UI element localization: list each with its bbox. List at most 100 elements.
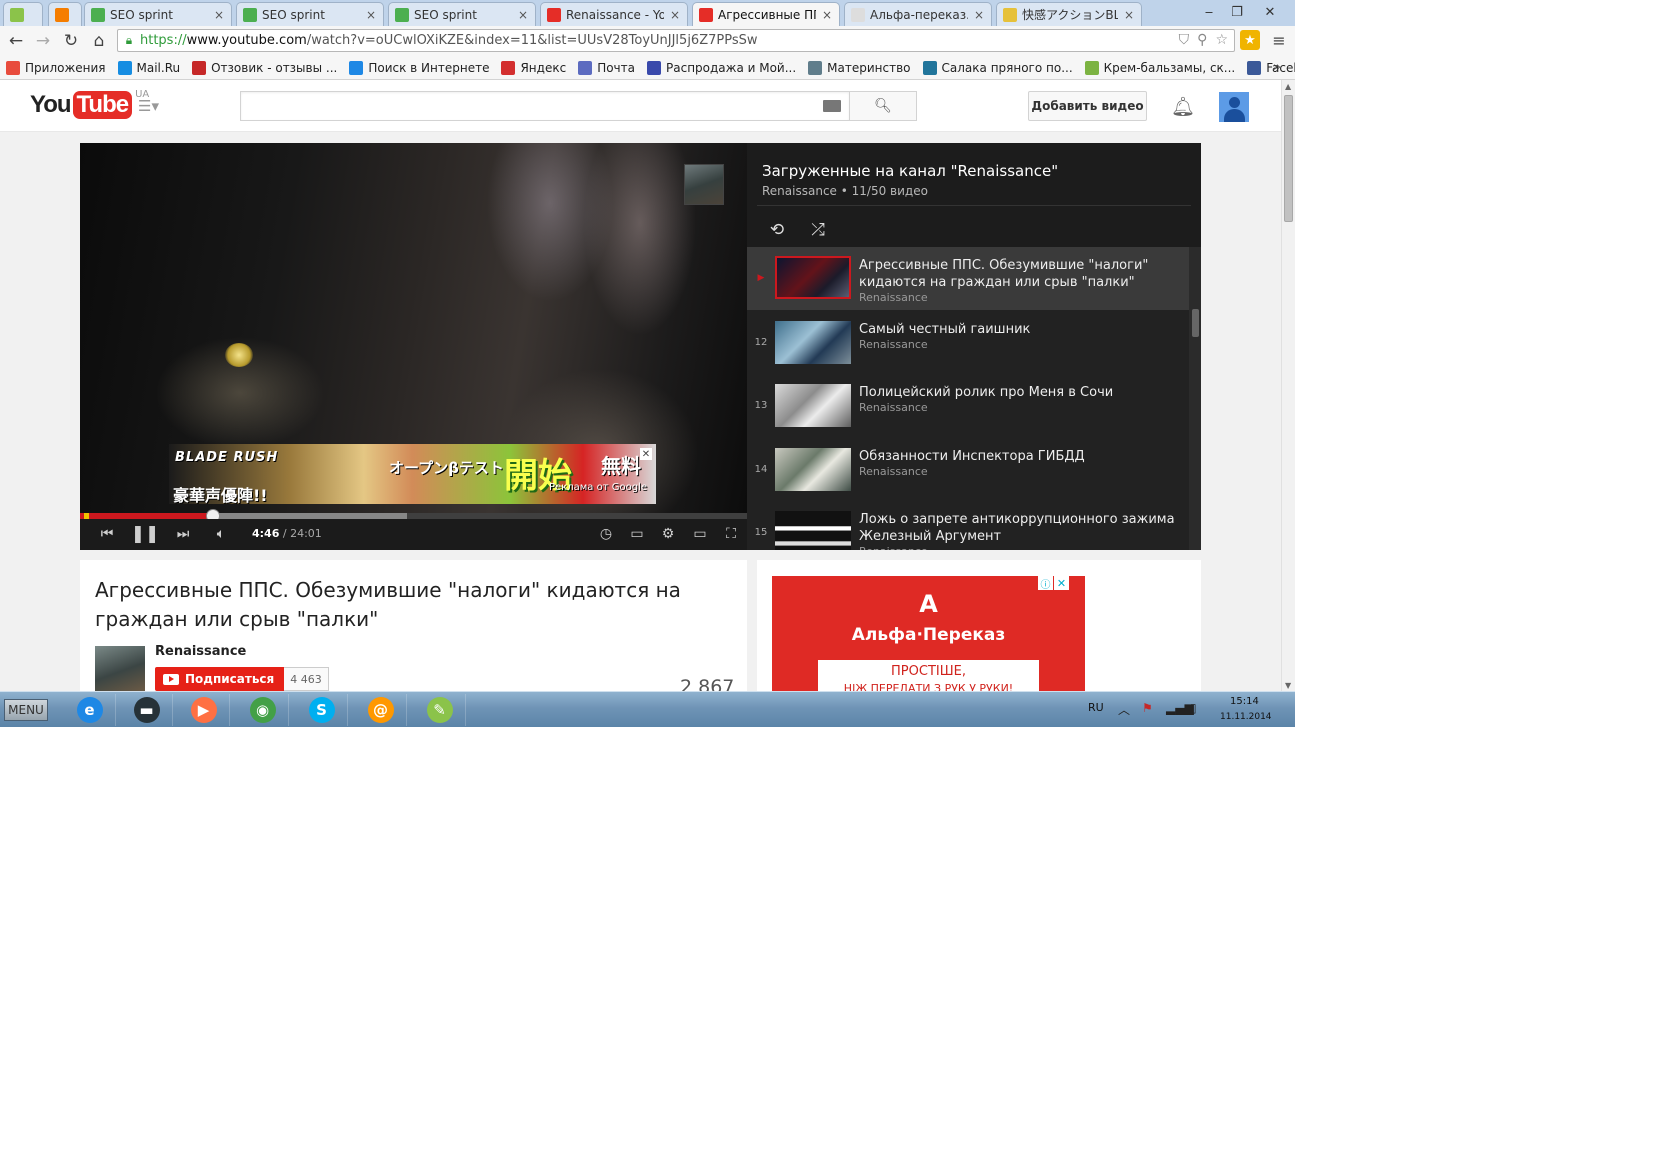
playlist-item[interactable]: 12 Самый честный гаишник Renaissance xyxy=(747,311,1189,374)
alfa-pereкaz-ad[interactable]: А Альфа·Переказ ПРОСТІШЕ, НІЖ ПЕРЕДАТИ З… xyxy=(772,576,1085,691)
bookmark-item[interactable]: Поиск в Интернете xyxy=(349,60,489,75)
upload-button[interactable]: Добавить видео xyxy=(1028,91,1147,121)
volume-icon[interactable]: 🔈︎ xyxy=(210,523,232,545)
tab-close-icon[interactable]: × xyxy=(821,8,833,22)
playlist-item[interactable]: 14 Обязанности Инспектора ГИБДД Renaissanc… xyxy=(747,438,1189,501)
scroll-thumb[interactable] xyxy=(1284,95,1293,222)
reload-icon[interactable]: ↻ xyxy=(60,30,82,52)
fullscreen-icon[interactable]: ⛶ xyxy=(720,523,742,545)
hamburger-menu-icon[interactable]: ≡ xyxy=(1270,31,1288,50)
taskbar-app-button[interactable]: ◉ xyxy=(237,694,289,726)
browser-tab[interactable]: Альфа-переказ. Пе × xyxy=(844,2,992,26)
loop-icon[interactable]: ⟲ xyxy=(765,220,789,240)
bookmark-item[interactable]: Отзовик - отзывы ... xyxy=(192,60,337,75)
notifications-bell-icon[interactable]: 🔔︎ xyxy=(1171,94,1195,118)
power-icon[interactable]: ▯ xyxy=(1190,701,1197,715)
search-button[interactable]: 🔍︎ xyxy=(849,91,917,121)
playlist-item[interactable]: ▶ Агрессивные ППС. Обезумившие "налоги" к… xyxy=(747,247,1189,310)
shield-icon[interactable]: ⛉ xyxy=(1179,32,1190,48)
tab-close-icon[interactable]: × xyxy=(1123,8,1135,22)
browser-tab[interactable]: 快感アクションBLAD × xyxy=(996,2,1142,26)
tab-close-icon[interactable]: × xyxy=(365,8,377,22)
extension-star-icon[interactable]: ★ xyxy=(1240,30,1260,50)
clock-time[interactable]: 15:14 xyxy=(1230,696,1259,707)
taskbar-app-button[interactable]: S xyxy=(296,694,348,726)
channel-avatar[interactable] xyxy=(95,646,145,691)
forward-arrow-icon[interactable]: → xyxy=(32,30,54,52)
browser-tab[interactable]: SEO sprint × xyxy=(388,2,536,26)
tray-expand-icon[interactable]: ︿ xyxy=(1118,701,1130,718)
start-menu-button[interactable]: MENU xyxy=(4,699,48,721)
overlay-ad[interactable]: BLADE RUSH 豪華声優陣!! オープンβテスト 開始 無料 Реклам… xyxy=(169,444,656,504)
playlist-item[interactable]: 15 Ложь о запрете антикоррупционного зажи… xyxy=(747,501,1189,550)
home-icon[interactable]: ⌂ xyxy=(88,30,110,52)
bookmark-star-icon[interactable]: ☆ xyxy=(1215,32,1228,48)
playlist-thumbnail[interactable] xyxy=(775,384,851,427)
scroll-up-icon[interactable]: ▲ xyxy=(1285,82,1291,91)
taskbar-app-button[interactable]: @ xyxy=(355,694,407,726)
account-avatar[interactable] xyxy=(1219,92,1249,122)
playlist-thumbnail[interactable] xyxy=(775,511,851,550)
tab-close-icon[interactable]: × xyxy=(213,8,225,22)
pause-icon[interactable]: ❚❚ xyxy=(131,523,160,545)
bookmark-item[interactable]: Mail.Ru xyxy=(117,60,180,75)
page-scrollbar[interactable]: ▲ ▼ xyxy=(1281,80,1295,691)
subscribe-button[interactable]: Подписаться 4 463 xyxy=(155,667,347,691)
browser-tab[interactable]: SEO sprint × xyxy=(84,2,232,26)
restore-button[interactable]: ❐ xyxy=(1223,3,1251,21)
bookmark-item[interactable]: Распродажа и Мой... xyxy=(647,60,796,75)
playlist-thumbnail[interactable] xyxy=(775,447,851,491)
browser-tab[interactable]: Renaissance - YouTube × xyxy=(540,2,688,26)
playlist-thumbnail[interactable] xyxy=(775,320,851,364)
browser-tab[interactable]: Агрессивные ПП × xyxy=(692,2,840,26)
ad-close-icon[interactable]: ✕ xyxy=(1054,576,1069,590)
zoom-icon[interactable]: ⚲ xyxy=(1197,32,1207,48)
bookmark-item[interactable]: Салака пряного по... xyxy=(922,60,1073,75)
guide-menu-icon[interactable]: ☰▾ xyxy=(138,97,164,115)
bookmarks-more-icon[interactable]: » xyxy=(1273,60,1281,75)
scroll-down-icon[interactable]: ▼ xyxy=(1285,681,1291,690)
taskbar-app-button[interactable]: e xyxy=(64,694,116,726)
video-player[interactable]: BLADE RUSH 豪華声優陣!! オープンβテスト 開始 無料 Реклам… xyxy=(80,143,747,550)
channel-watermark[interactable] xyxy=(684,164,724,205)
playlist-thumbnail[interactable] xyxy=(775,256,851,299)
address-bar[interactable]: 🔒︎ https:// www.youtube.com /watch?v=oUC… xyxy=(117,29,1235,52)
taskbar-app-button[interactable]: ▶ xyxy=(178,694,230,726)
browser-tab[interactable] xyxy=(48,2,82,26)
channel-name[interactable]: Renaissance xyxy=(155,644,246,659)
adchoices-icon[interactable]: ⓘ xyxy=(1038,576,1053,591)
tab-close-icon[interactable]: × xyxy=(973,8,985,22)
bookmark-item[interactable]: Яндекс xyxy=(501,60,566,75)
bookmark-item[interactable]: Приложения xyxy=(6,60,106,75)
bookmark-item[interactable]: Материнство xyxy=(808,60,911,75)
bookmark-item[interactable]: Почта xyxy=(578,60,635,75)
close-window-button[interactable]: ✕ xyxy=(1256,3,1284,21)
browser-tab[interactable]: SEO sprint × xyxy=(236,2,384,26)
network-error-icon[interactable]: ⚑ xyxy=(1142,701,1153,715)
taskbar-app-button[interactable]: ✎ xyxy=(414,694,466,726)
clock-date[interactable]: 11.11.2014 xyxy=(1220,712,1272,722)
search-input[interactable] xyxy=(240,91,850,121)
playlist-scrollbar[interactable] xyxy=(1189,247,1201,550)
theater-mode-icon[interactable]: ▭ xyxy=(689,523,711,545)
shuffle-icon[interactable]: ⤮ xyxy=(806,220,830,240)
playlist-title[interactable]: Загруженные на канал "Renaissance" xyxy=(762,162,1058,180)
youtube-logo[interactable]: You Tube UA xyxy=(30,89,149,119)
keyboard-icon[interactable] xyxy=(823,100,841,112)
video-frame[interactable]: BLADE RUSH 豪華声優陣!! オープンβテスト 開始 無料 Реклам… xyxy=(80,143,747,513)
settings-gear-icon[interactable]: ⚙ xyxy=(658,523,678,545)
previous-icon[interactable]: ⏮︎ xyxy=(96,523,118,545)
minimize-button[interactable]: ‒ xyxy=(1195,3,1223,21)
next-icon[interactable]: ⏭︎ xyxy=(172,523,194,545)
ad-close-icon[interactable]: ✕ xyxy=(640,448,652,460)
language-indicator[interactable]: RU xyxy=(1088,701,1104,714)
bookmark-item[interactable]: Facebook xyxy=(1247,60,1295,75)
tab-close-icon[interactable]: × xyxy=(669,8,681,22)
back-arrow-icon[interactable]: ← xyxy=(5,30,27,52)
playlist-item[interactable]: 13 Полицейский ролик про Меня в Сочи Renai… xyxy=(747,374,1189,437)
watch-later-icon[interactable]: ◷ xyxy=(596,523,616,545)
browser-tab[interactable] xyxy=(3,2,43,26)
captions-icon[interactable]: ▭ xyxy=(627,523,647,545)
bookmark-item[interactable]: Крем-бальзамы, ск... xyxy=(1084,60,1235,75)
tab-close-icon[interactable]: × xyxy=(517,8,529,22)
